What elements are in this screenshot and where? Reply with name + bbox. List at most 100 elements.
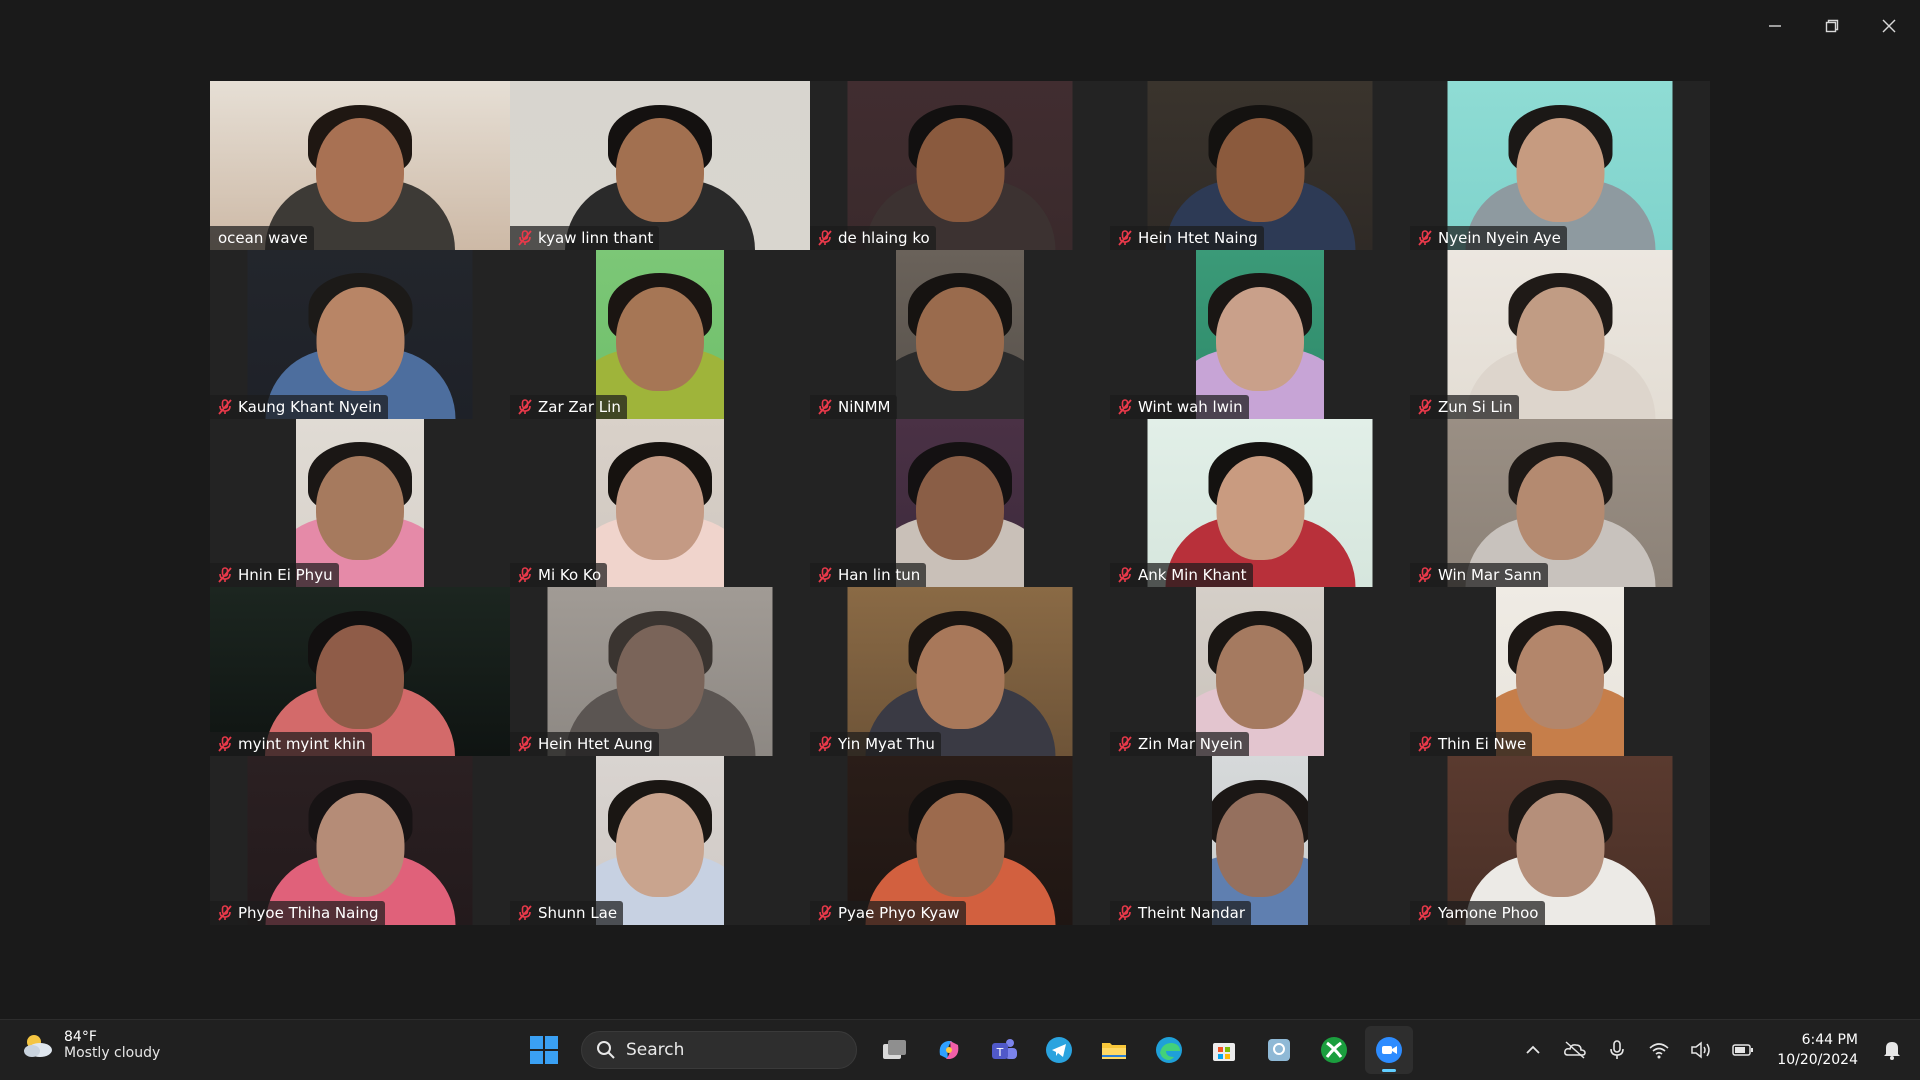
- microphone-muted-icon: [1118, 905, 1132, 921]
- participant-name: myint myint khin: [238, 735, 366, 754]
- minimize-button[interactable]: [1752, 10, 1798, 42]
- taskbar-apps: Search T: [520, 1026, 1413, 1074]
- taskbar-search-box[interactable]: Search: [581, 1031, 857, 1069]
- participant-face: [916, 118, 1004, 223]
- participant-tile[interactable]: Yamone Phoo: [1410, 756, 1710, 925]
- volume-button[interactable]: [1687, 1036, 1715, 1064]
- participant-name: Thin Ei Nwe: [1438, 735, 1527, 754]
- participant-tile[interactable]: Mi Ko Ko: [510, 418, 810, 588]
- participant-video: [847, 756, 1073, 925]
- battery-button[interactable]: [1729, 1036, 1757, 1064]
- participant-video: [247, 249, 473, 419]
- participant-name-tag: Thin Ei Nwe: [1410, 732, 1533, 757]
- participant-tile[interactable]: kyaw linn thant: [510, 81, 810, 250]
- participant-tile[interactable]: Pyae Phyo Kyaw: [810, 756, 1110, 925]
- start-button[interactable]: [520, 1026, 568, 1074]
- telegram-icon: [1046, 1037, 1072, 1063]
- participant-face: [1516, 118, 1604, 223]
- taskbar: 84°F Mostly cloudy Search T 6:44 PM 10/2…: [0, 1019, 1920, 1080]
- participant-tile[interactable]: Win Mar Sann: [1410, 418, 1710, 588]
- participant-name: Nyein Nyein Aye: [1438, 228, 1561, 247]
- microphone-muted-icon: [1418, 398, 1432, 415]
- participant-tile[interactable]: Nyein Nyein Aye: [1410, 81, 1710, 250]
- participant-face: [316, 286, 404, 391]
- participant-tile[interactable]: Thin Ei Nwe: [1410, 587, 1710, 757]
- microphone-muted-icon: [1418, 736, 1432, 752]
- wifi-icon: [1649, 1043, 1669, 1059]
- zoom-button[interactable]: [1365, 1026, 1413, 1074]
- participant-face: [916, 793, 1004, 898]
- participant-tile[interactable]: Ank Min Khant: [1110, 418, 1410, 588]
- participant-tile[interactable]: Hein Htet Naing: [1110, 81, 1410, 250]
- teams-icon: T: [992, 1039, 1017, 1059]
- close-button[interactable]: [1866, 10, 1912, 42]
- participant-tile[interactable]: de hlaing ko: [810, 81, 1110, 250]
- participant-tile[interactable]: Kaung Khant Nyein: [210, 249, 510, 419]
- clock-time: 6:44 PM: [1801, 1032, 1858, 1048]
- participant-name-tag: Zin Mar Nyein: [1110, 732, 1249, 757]
- participant-face: [1516, 793, 1604, 898]
- participant-tile[interactable]: Hein Htet Aung: [510, 587, 810, 757]
- participant-name-tag: Zar Zar Lin: [510, 394, 627, 419]
- onedrive-button[interactable]: [1561, 1036, 1589, 1064]
- participant-tile[interactable]: Yin Myat Thu: [810, 587, 1110, 757]
- microphone-muted-icon: [1118, 229, 1132, 246]
- participant-tile[interactable]: Han lin tun: [810, 418, 1110, 588]
- clock[interactable]: 6:44 PM 10/20/2024: [1777, 1030, 1858, 1070]
- xbox-button[interactable]: [1310, 1026, 1358, 1074]
- telegram-button[interactable]: [1035, 1026, 1083, 1074]
- participant-video: [596, 418, 724, 588]
- microphone-button[interactable]: [1603, 1036, 1631, 1064]
- participant-name-tag: Yin Myat Thu: [810, 732, 941, 757]
- participant-name-tag: ocean wave: [210, 225, 314, 250]
- edge-button[interactable]: [1145, 1026, 1193, 1074]
- participant-name-tag: Theint Nandar: [1110, 900, 1252, 925]
- microsoft-store-button[interactable]: [1200, 1026, 1248, 1074]
- participant-tile[interactable]: Zar Zar Lin: [510, 249, 810, 419]
- copilot-button[interactable]: [925, 1026, 973, 1074]
- participant-tile[interactable]: Theint Nandar: [1110, 756, 1410, 925]
- participant-name: de hlaing ko: [838, 228, 930, 247]
- participant-name: Yin Myat Thu: [838, 735, 935, 754]
- participant-name-tag: Nyein Nyein Aye: [1410, 225, 1567, 250]
- copilot-icon: [939, 1041, 959, 1059]
- participant-name-tag: Win Mar Sann: [1410, 563, 1548, 588]
- weather-widget[interactable]: 84°F Mostly cloudy: [20, 1029, 160, 1061]
- store-icon: [1213, 1043, 1235, 1061]
- participant-video: [1496, 587, 1624, 757]
- show-hidden-icons-button[interactable]: [1519, 1036, 1547, 1064]
- microphone-muted-icon: [1418, 229, 1432, 246]
- participant-tile[interactable]: Wint wah lwin: [1110, 249, 1410, 419]
- microphone-muted-icon: [218, 736, 232, 752]
- participant-name: Pyae Phyo Kyaw: [838, 903, 960, 922]
- weather-temperature: 84°F: [64, 1029, 97, 1045]
- participant-name: Zin Mar Nyein: [1138, 735, 1243, 754]
- restore-button[interactable]: [1809, 10, 1855, 42]
- wifi-button[interactable]: [1645, 1036, 1673, 1064]
- participant-face: [1516, 624, 1604, 729]
- participant-name: NiNMM: [838, 397, 891, 416]
- notifications-button[interactable]: [1878, 1036, 1906, 1064]
- photos-button[interactable]: [1255, 1026, 1303, 1074]
- microphone-muted-icon: [1418, 567, 1432, 583]
- participant-tile[interactable]: Shunn Lae: [510, 756, 810, 925]
- task-view-button[interactable]: [870, 1026, 918, 1074]
- participant-video: [847, 587, 1073, 757]
- participant-name-tag: myint myint khin: [210, 732, 372, 757]
- participant-name-tag: Phyoe Thiha Naing: [210, 900, 385, 925]
- participant-face: [316, 118, 404, 223]
- participant-tile[interactable]: Zin Mar Nyein: [1110, 587, 1410, 757]
- participant-name: Wint wah lwin: [1138, 397, 1243, 416]
- teams-button[interactable]: T: [980, 1026, 1028, 1074]
- participant-tile[interactable]: NiNMM: [810, 249, 1110, 419]
- file-explorer-button[interactable]: [1090, 1026, 1138, 1074]
- participant-tile[interactable]: Hnin Ei Phyu: [210, 418, 510, 588]
- close-icon: [1882, 19, 1896, 33]
- participant-video: [596, 249, 724, 419]
- participant-video: [847, 81, 1073, 250]
- participant-tile[interactable]: myint myint khin: [210, 587, 510, 757]
- participant-tile[interactable]: ocean wave: [210, 81, 510, 250]
- participant-tile[interactable]: Phyoe Thiha Naing: [210, 756, 510, 925]
- participant-tile[interactable]: Zun Si Lin: [1410, 249, 1710, 419]
- zoom-icon: [1376, 1037, 1402, 1063]
